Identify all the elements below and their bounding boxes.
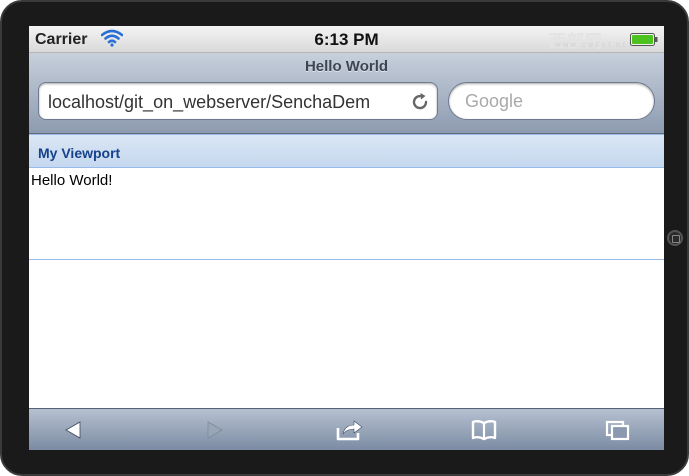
panel-body-text: Hello World! bbox=[31, 172, 113, 189]
battery-icon bbox=[630, 33, 658, 46]
share-icon[interactable] bbox=[336, 418, 364, 442]
panel-header: My Viewport bbox=[29, 134, 664, 168]
device-frame: Carrier 6:13 PM 西部网 WWW.CWEST.NET Hello … bbox=[0, 0, 689, 476]
home-button[interactable] bbox=[667, 230, 683, 246]
back-arrow-icon[interactable] bbox=[60, 418, 88, 442]
page-title: Hello World bbox=[304, 58, 389, 75]
screen: Carrier 6:13 PM 西部网 WWW.CWEST.NET Hello … bbox=[29, 26, 664, 450]
watermark-url: WWW.CWEST.NET bbox=[555, 43, 634, 49]
tabs-icon[interactable] bbox=[604, 418, 632, 442]
bookmarks-icon[interactable] bbox=[470, 418, 498, 442]
browser-chrome: Hello World localhost/git_on_webserver/S… bbox=[29, 53, 664, 134]
panel-title: My Viewport bbox=[38, 145, 121, 161]
status-bar: Carrier 6:13 PM 西部网 WWW.CWEST.NET bbox=[29, 26, 664, 53]
forward-arrow-icon[interactable] bbox=[200, 418, 228, 442]
search-input[interactable] bbox=[448, 82, 655, 120]
viewport-panel: My Viewport Hello World! bbox=[29, 134, 664, 260]
reload-icon[interactable] bbox=[409, 91, 431, 113]
url-text: localhost/git_on_webserver/SenchaDem bbox=[48, 92, 371, 112]
browser-toolbar bbox=[29, 408, 664, 450]
address-bar[interactable]: localhost/git_on_webserver/SenchaDem bbox=[38, 82, 438, 120]
